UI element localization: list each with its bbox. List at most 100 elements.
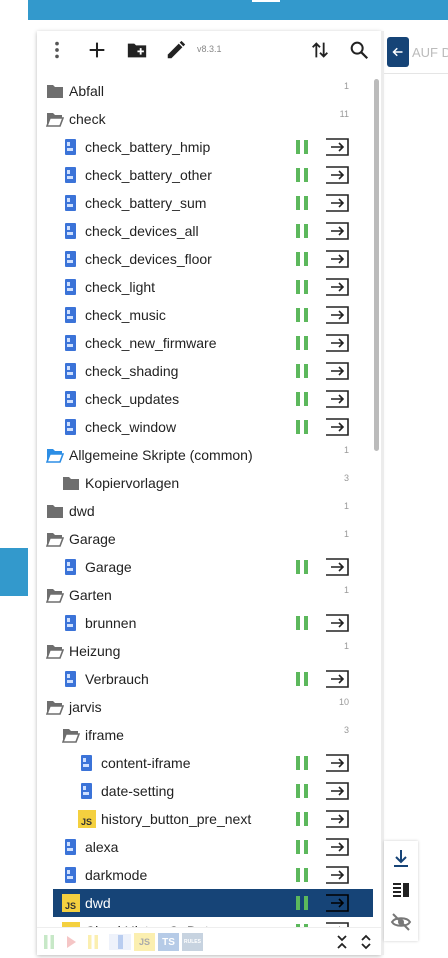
- tree-script-row[interactable]: brunnen: [37, 609, 373, 637]
- export-script-icon[interactable]: [325, 838, 351, 856]
- pause-script-icon[interactable]: [295, 140, 309, 154]
- rules-filter-icon[interactable]: RULES: [182, 933, 203, 951]
- export-script-icon[interactable]: [325, 614, 351, 632]
- tree-folder-row[interactable]: check 11: [37, 105, 373, 133]
- visibility-off-icon[interactable]: [390, 911, 412, 933]
- tree-script-row[interactable]: content-iframe: [37, 749, 373, 777]
- more-vert-icon[interactable]: [45, 38, 69, 62]
- pause-script-icon[interactable]: [295, 420, 309, 434]
- ts-filter-icon[interactable]: TS: [158, 933, 179, 951]
- tree-script-row[interactable]: check_devices_floor: [37, 245, 373, 273]
- pause-script-icon[interactable]: [295, 392, 309, 406]
- export-script-icon[interactable]: [325, 250, 351, 268]
- export-script-icon[interactable]: [325, 362, 351, 380]
- tree-script-row[interactable]: check_light: [37, 273, 373, 301]
- pause-script-icon[interactable]: [295, 868, 309, 882]
- export-script-icon[interactable]: [325, 670, 351, 688]
- pause-script-icon[interactable]: [295, 196, 309, 210]
- tree-script-row[interactable]: darkmode: [37, 861, 373, 889]
- tree-folder-row[interactable]: Abfall 1: [37, 77, 373, 105]
- folder-icon: [46, 82, 64, 100]
- tree-folder-row[interactable]: Kopiervorlagen 3: [37, 469, 373, 497]
- export-script-icon[interactable]: [325, 810, 351, 828]
- arrow-left-icon: [392, 47, 403, 57]
- filter-bar: JS TS RULES: [37, 927, 381, 955]
- export-script-icon[interactable]: [325, 334, 351, 352]
- pause-script-icon[interactable]: [295, 560, 309, 574]
- add-folder-icon[interactable]: [125, 38, 149, 62]
- tree-script-row[interactable]: check_new_firmware: [37, 329, 373, 357]
- pause-script-icon[interactable]: [295, 672, 309, 686]
- add-icon[interactable]: [85, 38, 109, 62]
- export-script-icon[interactable]: [325, 782, 351, 800]
- blockly-script-icon: [62, 194, 80, 212]
- blockly-filter-icon[interactable]: [109, 933, 131, 951]
- pause-script-icon[interactable]: [295, 364, 309, 378]
- search-icon[interactable]: [347, 38, 371, 62]
- tree-item-label: history_button_pre_next: [101, 811, 252, 827]
- collapse-all-icon[interactable]: [335, 933, 349, 951]
- js-filter-icon[interactable]: JS: [134, 933, 155, 951]
- sort-icon[interactable]: [308, 38, 332, 62]
- tree-folder-row[interactable]: Garage 1: [37, 525, 373, 553]
- export-script-icon[interactable]: [325, 558, 351, 576]
- pause-script-icon[interactable]: [295, 784, 309, 798]
- tree-folder-row[interactable]: Heizung 1: [37, 637, 373, 665]
- version-label: v8.3.1: [197, 44, 222, 54]
- play-filter-icon[interactable]: [65, 933, 77, 951]
- pause-script-icon[interactable]: [295, 308, 309, 322]
- script-tree-panel: v8.3.1 Abfall 1 check 11 check_battery_hmip c…: [37, 31, 381, 955]
- export-script-icon[interactable]: [325, 138, 351, 156]
- export-script-icon[interactable]: [325, 278, 351, 296]
- export-script-icon[interactable]: [325, 222, 351, 240]
- expand-all-icon[interactable]: [359, 933, 373, 951]
- pause-script-icon[interactable]: [295, 840, 309, 854]
- tree-script-row[interactable]: check_shading: [37, 357, 373, 385]
- back-button[interactable]: [387, 37, 409, 67]
- pause-filter-icon[interactable]: [87, 933, 99, 951]
- pause-script-icon[interactable]: [295, 280, 309, 294]
- tree-folder-row[interactable]: jarvis 10: [37, 693, 373, 721]
- pause-script-icon[interactable]: [295, 252, 309, 266]
- pause-script-icon[interactable]: [295, 896, 309, 910]
- tree-script-row[interactable]: check_battery_other: [37, 161, 373, 189]
- tree-script-row[interactable]: check_devices_all: [37, 217, 373, 245]
- export-script-icon[interactable]: [325, 194, 351, 212]
- download-icon[interactable]: [390, 847, 412, 869]
- tree-folder-row[interactable]: dwd 1: [37, 497, 373, 525]
- tree-folder-row[interactable]: iframe 3: [37, 721, 373, 749]
- tree-script-row[interactable]: alexa: [37, 833, 373, 861]
- tree-script-row[interactable]: check_music: [37, 301, 373, 329]
- pause-filter-icon[interactable]: [43, 933, 55, 951]
- export-script-icon[interactable]: [325, 166, 351, 184]
- tree-script-row[interactable]: check_battery_hmip: [37, 133, 373, 161]
- tree-script-row[interactable]: JS history_button_pre_next: [37, 805, 373, 833]
- tree-script-row[interactable]: check_window: [37, 413, 373, 441]
- tree-script-row[interactable]: JSCheckHistoryOnDat...: [37, 917, 373, 927]
- tree-script-row[interactable]: Garage: [37, 553, 373, 581]
- pause-script-icon[interactable]: [295, 336, 309, 350]
- pause-script-icon[interactable]: [295, 812, 309, 826]
- pause-script-icon[interactable]: [295, 616, 309, 630]
- export-script-icon[interactable]: [325, 754, 351, 772]
- pause-script-icon[interactable]: [295, 168, 309, 182]
- edit-icon[interactable]: [164, 38, 188, 62]
- tree-script-row[interactable]: check_updates: [37, 385, 373, 413]
- outline-icon[interactable]: [390, 879, 412, 901]
- tree-script-row[interactable]: JS dwd: [53, 889, 373, 917]
- pause-script-icon[interactable]: [295, 756, 309, 770]
- export-script-icon[interactable]: [325, 866, 351, 884]
- export-script-icon[interactable]: [325, 390, 351, 408]
- child-count-badge: 3: [343, 473, 349, 483]
- tree-scrollbar[interactable]: [374, 79, 379, 451]
- export-script-icon[interactable]: [325, 418, 351, 436]
- export-script-icon[interactable]: [325, 894, 351, 912]
- tree-script-row[interactable]: date-setting: [37, 777, 373, 805]
- tree-script-row[interactable]: check_battery_sum: [37, 189, 373, 217]
- tree-folder-row[interactable]: Garten 1: [37, 581, 373, 609]
- pause-script-icon[interactable]: [295, 224, 309, 238]
- tree-folder-row[interactable]: Allgemeine Skripte (common) 1: [37, 441, 373, 469]
- left-accent-tab[interactable]: [0, 548, 28, 596]
- export-script-icon[interactable]: [325, 306, 351, 324]
- tree-script-row[interactable]: Verbrauch: [37, 665, 373, 693]
